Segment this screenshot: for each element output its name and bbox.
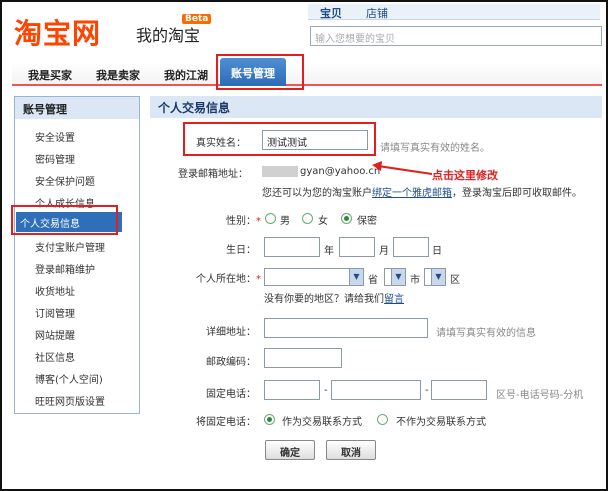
search-input[interactable]: 输入您想要的宝贝 (310, 26, 602, 46)
sidebar-item-address[interactable]: 收货地址 (35, 283, 75, 298)
email-redacted (262, 166, 298, 177)
gender-female-radio[interactable] (302, 213, 313, 224)
email-desc: 您还可以为您的淘宝账户绑定一个雅虎邮箱，登录淘宝后即可收取邮件。 (262, 188, 582, 199)
chevron-down-icon: ▼ (431, 269, 445, 285)
gender-male-label: 男 (280, 216, 290, 227)
location-label: 个人所在地：* (196, 274, 261, 285)
sidebar-item-blog[interactable]: 博客(个人空间) (35, 371, 103, 386)
phone-ext-input[interactable] (431, 380, 487, 400)
phone-hint: 区号-电话号码-分机 (496, 390, 584, 401)
gender-female-label: 女 (318, 216, 328, 227)
sidebar-item-wangwang[interactable]: 旺旺网页版设置 (35, 393, 105, 408)
birthday-label: 生日： (226, 245, 256, 256)
search-tab-shops[interactable]: 店铺 (366, 5, 388, 21)
search-tabs: 宝贝 店铺 (308, 4, 600, 20)
taobao-logo[interactable]: 淘宝网 (14, 12, 101, 52)
address-hint: 请填写真实有效的信息 (436, 328, 536, 339)
highlight-box-sidebar (11, 205, 118, 235)
email-value: gyan@yahoo.cn (300, 166, 381, 177)
nav-community[interactable]: 我的江湖 (164, 67, 208, 83)
phone-area-input[interactable] (264, 380, 320, 400)
nav-buyer[interactable]: 我是买家 (28, 67, 72, 83)
my-taobao-title: 我的淘宝 (136, 26, 201, 45)
address-input[interactable] (264, 318, 428, 338)
sidebar-item-alipay[interactable]: 支付宝账户管理 (35, 239, 105, 254)
address-label: 详细地址： (206, 327, 256, 338)
confirm-button[interactable]: 确定 (265, 440, 315, 460)
location-note: 没有你要的地区？请给我们留言 (264, 294, 404, 305)
city-select[interactable]: ▼ (384, 268, 406, 286)
phone-sep-1: - (324, 385, 328, 396)
month-label: 月 (379, 246, 389, 257)
feedback-link[interactable]: 留言 (384, 294, 404, 305)
gender-male-radio[interactable] (265, 213, 276, 224)
sidebar-item-email[interactable]: 登录邮箱维护 (35, 261, 95, 276)
phone-label: 固定电话： (206, 389, 256, 400)
province-label: 省 (368, 275, 378, 286)
sidebar: 账号管理 安全设置 密码管理 安全保护问题 个人成长信息 支付宝账户管理 登录邮… (14, 96, 140, 414)
annotation-click-to-edit: 点击这里修改 (432, 169, 498, 182)
zip-input[interactable] (264, 348, 342, 368)
day-label: 日 (432, 246, 442, 257)
sidebar-item-reminders[interactable]: 网站提醒 (35, 327, 75, 342)
birthday-year-input[interactable] (264, 237, 320, 257)
cancel-button[interactable]: 取消 (326, 440, 376, 460)
sidebar-title: 账号管理 (15, 97, 139, 119)
bind-yahoo-link[interactable]: 绑定一个雅虎邮箱 (372, 188, 452, 199)
province-select[interactable]: ▼ (264, 268, 364, 286)
sidebar-item-subscription[interactable]: 订阅管理 (35, 305, 75, 320)
birthday-day-input[interactable] (393, 237, 429, 257)
form-title: 个人交易信息 (150, 96, 602, 118)
city-label: 市 (410, 275, 420, 286)
sidebar-item-password[interactable]: 密码管理 (35, 151, 75, 166)
phone-not-contact-label: 不作为交易联系方式 (396, 417, 486, 428)
phone-sep-2: - (425, 385, 429, 396)
nav-seller[interactable]: 我是卖家 (96, 67, 140, 83)
email-label: 登录邮箱地址： (178, 169, 248, 180)
gender-label: 性别：* (226, 216, 261, 227)
birthday-month-input[interactable] (339, 237, 375, 257)
search-tab-items[interactable]: 宝贝 (320, 5, 342, 21)
phone-number-input[interactable] (331, 380, 421, 400)
highlight-box-name (183, 122, 376, 156)
chevron-down-icon: ▼ (349, 269, 363, 285)
phone-as-contact-radio[interactable] (264, 414, 275, 425)
zip-label: 邮政编码： (206, 357, 256, 368)
real-name-hint: 请填写真实有效的姓名。 (380, 143, 490, 154)
phone-as-contact-label: 作为交易联系方式 (282, 417, 362, 428)
beta-badge: Beta (182, 14, 212, 24)
phone-not-contact-radio[interactable] (377, 414, 388, 425)
year-label: 年 (324, 246, 334, 257)
arrow-icon (372, 161, 433, 175)
phone-as-label: 将固定电话： (196, 417, 256, 428)
gender-secret-label: 保密 (357, 216, 377, 227)
highlight-box-nav (216, 54, 304, 90)
sidebar-item-security-question[interactable]: 安全保护问题 (35, 173, 95, 188)
sidebar-item-community[interactable]: 社区信息 (35, 349, 75, 364)
chevron-down-icon: ▼ (391, 269, 405, 285)
main-nav: 我是买家 我是卖家 我的江湖 (12, 62, 602, 86)
sidebar-item-security[interactable]: 安全设置 (35, 129, 75, 144)
district-select[interactable]: ▼ (424, 268, 446, 286)
gender-secret-radio[interactable] (341, 213, 352, 224)
district-label: 区 (450, 275, 460, 286)
